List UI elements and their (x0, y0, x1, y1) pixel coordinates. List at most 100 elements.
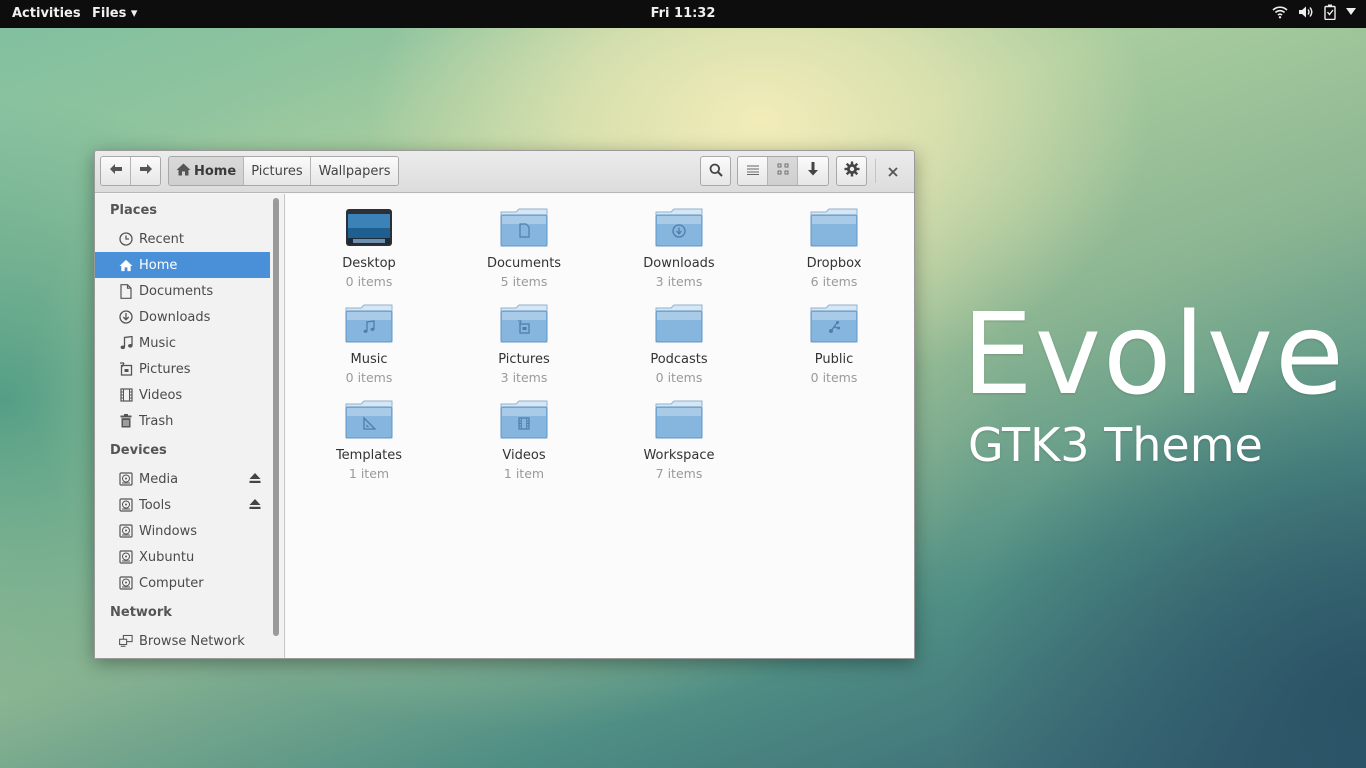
sidebar-item-label: Music (139, 335, 176, 351)
system-tray[interactable] (1272, 4, 1356, 20)
close-button[interactable] (884, 162, 902, 180)
sidebar-item-label: Downloads (139, 309, 211, 325)
sidebar-item-xubuntu[interactable]: Xubuntu (95, 544, 270, 570)
list-view-button[interactable] (738, 157, 768, 185)
settings-button[interactable] (836, 156, 867, 186)
drive-icon (119, 498, 133, 512)
pictures-folder-icon (500, 304, 548, 344)
wifi-icon[interactable] (1272, 5, 1288, 19)
sidebar-item-recent[interactable]: Recent (95, 226, 270, 252)
file-item-dropbox[interactable]: Dropbox 6 items (774, 208, 894, 289)
pictures-icon (119, 362, 133, 376)
drive-icon (119, 550, 133, 564)
drive-icon (119, 472, 133, 486)
file-name: Public (814, 352, 854, 367)
sidebar-item-label: Computer (139, 575, 204, 591)
file-item-downloads[interactable]: Downloads 3 items (619, 208, 739, 289)
file-icon-view: Desktop 0 items Documents 5 items Downlo… (286, 194, 914, 658)
file-item-count: 0 items (810, 370, 858, 385)
header-bar: Home Pictures Wallpapers (95, 151, 914, 193)
sidebar-item-label: Trash (139, 413, 174, 429)
file-name: Desktop (342, 256, 396, 271)
file-item-count: 7 items (655, 466, 703, 481)
file-item-videos[interactable]: Videos 1 item (464, 400, 584, 481)
folder-icon (655, 400, 703, 440)
file-item-templates[interactable]: Templates 1 item (309, 400, 429, 481)
volume-icon[interactable] (1298, 5, 1314, 19)
file-item-music[interactable]: Music 0 items (309, 304, 429, 385)
system-menu-arrow-icon[interactable] (1346, 8, 1356, 16)
search-button[interactable] (700, 156, 731, 186)
downloads-folder-icon (655, 208, 703, 248)
document-icon (119, 283, 133, 299)
header-separator (875, 159, 876, 183)
clock[interactable]: Fri 11:32 (651, 6, 716, 21)
sidebar-item-label: Xubuntu (139, 549, 195, 565)
file-name: Pictures (498, 352, 550, 367)
file-item-count: 1 item (348, 466, 390, 481)
eject-icon[interactable] (249, 498, 261, 514)
home-icon (176, 163, 191, 180)
folder-icon (810, 208, 858, 248)
view-options-button[interactable] (798, 157, 828, 185)
sidebar-item-trash[interactable]: Trash (95, 408, 270, 434)
file-name: Downloads (643, 256, 715, 271)
grid-view-button[interactable] (768, 157, 798, 185)
sidebar-item-computer[interactable]: Computer (95, 570, 270, 596)
brand-subtitle: GTK3 Theme (968, 418, 1263, 472)
file-item-count: 3 items (500, 370, 548, 385)
sort-down-icon (807, 162, 819, 180)
sidebar-item-browse-network[interactable]: Browse Network (95, 628, 270, 654)
brand-title: Evolve (962, 290, 1346, 420)
file-item-workspace[interactable]: Workspace 7 items (619, 400, 739, 481)
sidebar-item-tools[interactable]: Tools (95, 492, 270, 518)
network-heading: Network (110, 605, 172, 620)
sidebar-item-windows[interactable]: Windows (95, 518, 270, 544)
breadcrumb: Home Pictures Wallpapers (168, 156, 400, 186)
sidebar-item-videos[interactable]: Videos (95, 382, 270, 408)
download-icon (119, 310, 133, 324)
back-arrow-icon (109, 163, 123, 179)
sidebar-item-label: Tools (139, 497, 172, 513)
file-name: Documents (486, 256, 562, 271)
sidebar-item-label: Windows (139, 523, 198, 539)
home-icon (119, 258, 133, 272)
breadcrumb-home[interactable]: Home (169, 157, 245, 185)
network-icon (119, 634, 133, 648)
view-buttons (737, 156, 829, 186)
sidebar-item-music[interactable]: Music (95, 330, 270, 356)
nav-buttons (100, 156, 161, 186)
sidebar-item-documents[interactable]: Documents (95, 278, 270, 304)
sidebar-scrollbar[interactable] (273, 198, 279, 636)
sidebar-item-label: Home (139, 257, 178, 273)
sidebar-item-pictures[interactable]: Pictures (95, 356, 270, 382)
battery-icon[interactable] (1324, 4, 1336, 20)
file-item-pictures[interactable]: Pictures 3 items (464, 304, 584, 385)
devices-heading: Devices (110, 443, 167, 458)
sidebar-item-label: Documents (139, 283, 214, 299)
file-item-podcasts[interactable]: Podcasts 0 items (619, 304, 739, 385)
app-menu-button[interactable]: Files ▾ (92, 6, 137, 21)
back-button[interactable] (101, 157, 131, 185)
activities-button[interactable]: Activities (12, 6, 81, 21)
sidebar-item-label: Browse Network (139, 633, 245, 649)
sidebar-item-home[interactable]: Home (95, 252, 270, 278)
breadcrumb-wallpapers[interactable]: Wallpapers (310, 157, 399, 185)
sidebar-item-media[interactable]: Media (95, 466, 270, 492)
eject-icon[interactable] (249, 472, 261, 488)
file-item-desktop[interactable]: Desktop 0 items (309, 208, 429, 289)
forward-button[interactable] (131, 157, 160, 185)
templates-folder-icon (345, 400, 393, 440)
sidebar-item-label: Media (139, 471, 179, 487)
file-item-documents[interactable]: Documents 5 items (464, 208, 584, 289)
file-item-public[interactable]: Public 0 items (774, 304, 894, 385)
breadcrumb-pictures[interactable]: Pictures (244, 157, 311, 185)
file-item-count: 0 items (655, 370, 703, 385)
file-item-count: 6 items (810, 274, 858, 289)
file-item-count: 1 item (503, 466, 545, 481)
videos-folder-icon (500, 400, 548, 440)
file-item-count: 0 items (345, 274, 393, 289)
folder-icon (655, 304, 703, 344)
file-name: Podcasts (650, 352, 708, 367)
sidebar-item-downloads[interactable]: Downloads (95, 304, 270, 330)
